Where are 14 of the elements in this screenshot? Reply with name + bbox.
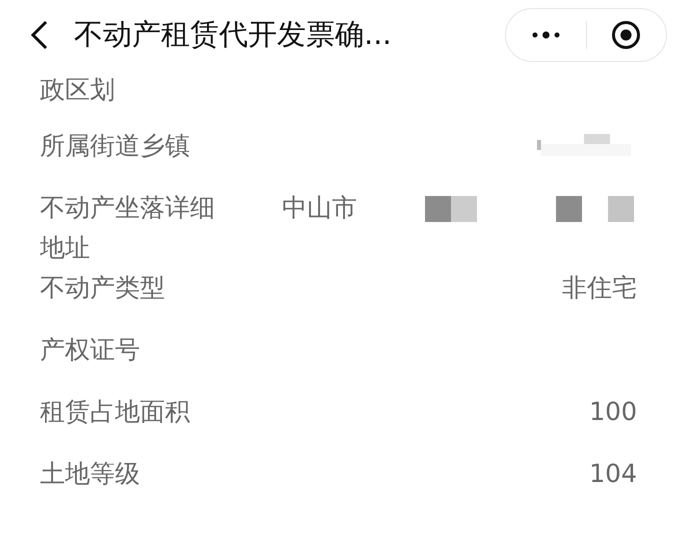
field-label: 所属街道乡镇	[40, 130, 191, 162]
field-label: 产权证号	[40, 334, 141, 366]
page-title: 不动产租赁代开发票确...	[74, 16, 393, 53]
field-label: 租赁占地面积	[40, 396, 191, 428]
field-label: 不动产类型	[40, 272, 166, 304]
field-value: 100	[589, 396, 637, 428]
more-icon	[532, 31, 560, 39]
field-value: 中山市	[282, 192, 357, 224]
field-value: 非住宅	[562, 272, 637, 304]
field-label: 政区划	[40, 74, 116, 106]
field-value: 104	[589, 458, 637, 490]
target-icon	[611, 20, 642, 50]
field-label: 不动产坐落详细地址	[40, 192, 216, 264]
field-label: 土地等级	[40, 458, 141, 490]
